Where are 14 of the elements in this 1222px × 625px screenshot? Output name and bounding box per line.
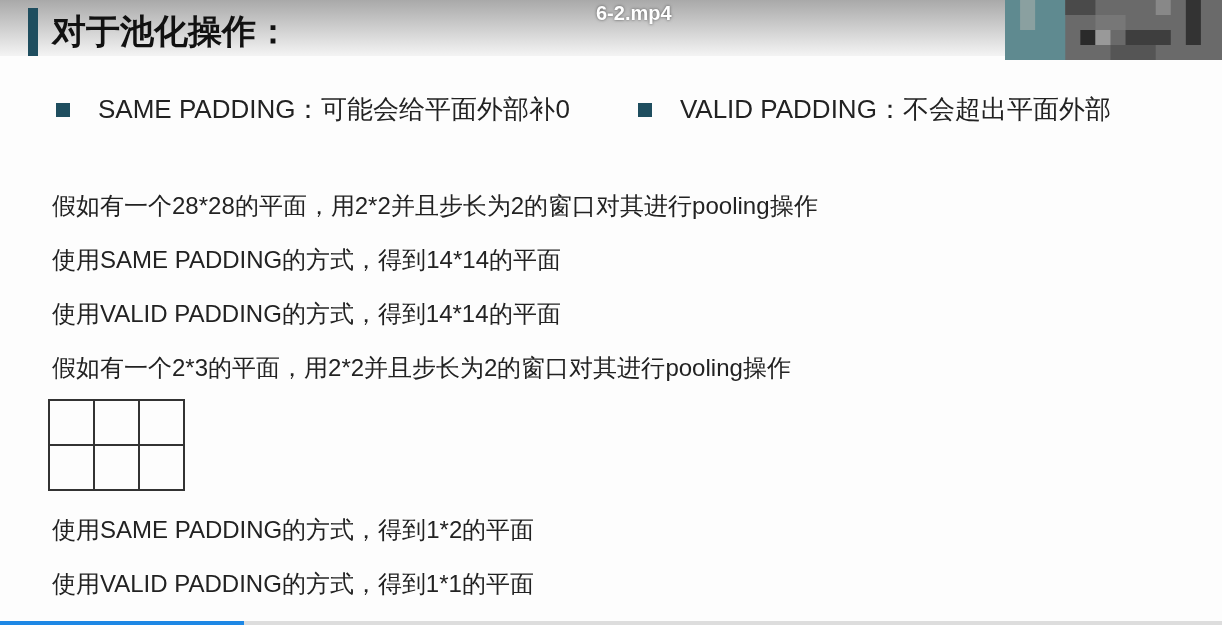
slide-text: 使用VALID PADDING的方式，得到1*1的平面 — [52, 569, 535, 599]
bullet-text: VALID PADDING：不会超出平面外部 — [679, 93, 1111, 126]
slide-text: 假如有一个28*28的平面，用2*2并且步长为2的窗口对其进行pooling操作 — [52, 191, 819, 221]
heading-accent-bar — [28, 8, 38, 56]
bullet-icon — [637, 102, 652, 117]
slide-text: 假如有一个2*3的平面，用2*2并且步长为2的窗口对其进行pooling操作 — [52, 353, 792, 383]
bullet-text: SAME PADDING：可能会给平面外部补0 — [98, 93, 570, 126]
slide-heading: 对于池化操作： — [52, 11, 290, 52]
slide-text: 使用SAME PADDING的方式，得到1*2的平面 — [52, 515, 536, 545]
bullet-icon — [56, 102, 70, 117]
slide-text: 使用VALID PADDING的方式，得到14*14的平面 — [52, 299, 562, 329]
slide-text: 使用SAME PADDING的方式，得到14*14的平面 — [52, 245, 562, 275]
video-title: 6-2.mp4 — [596, 2, 672, 25]
progress-bar[interactable] — [0, 621, 245, 625]
